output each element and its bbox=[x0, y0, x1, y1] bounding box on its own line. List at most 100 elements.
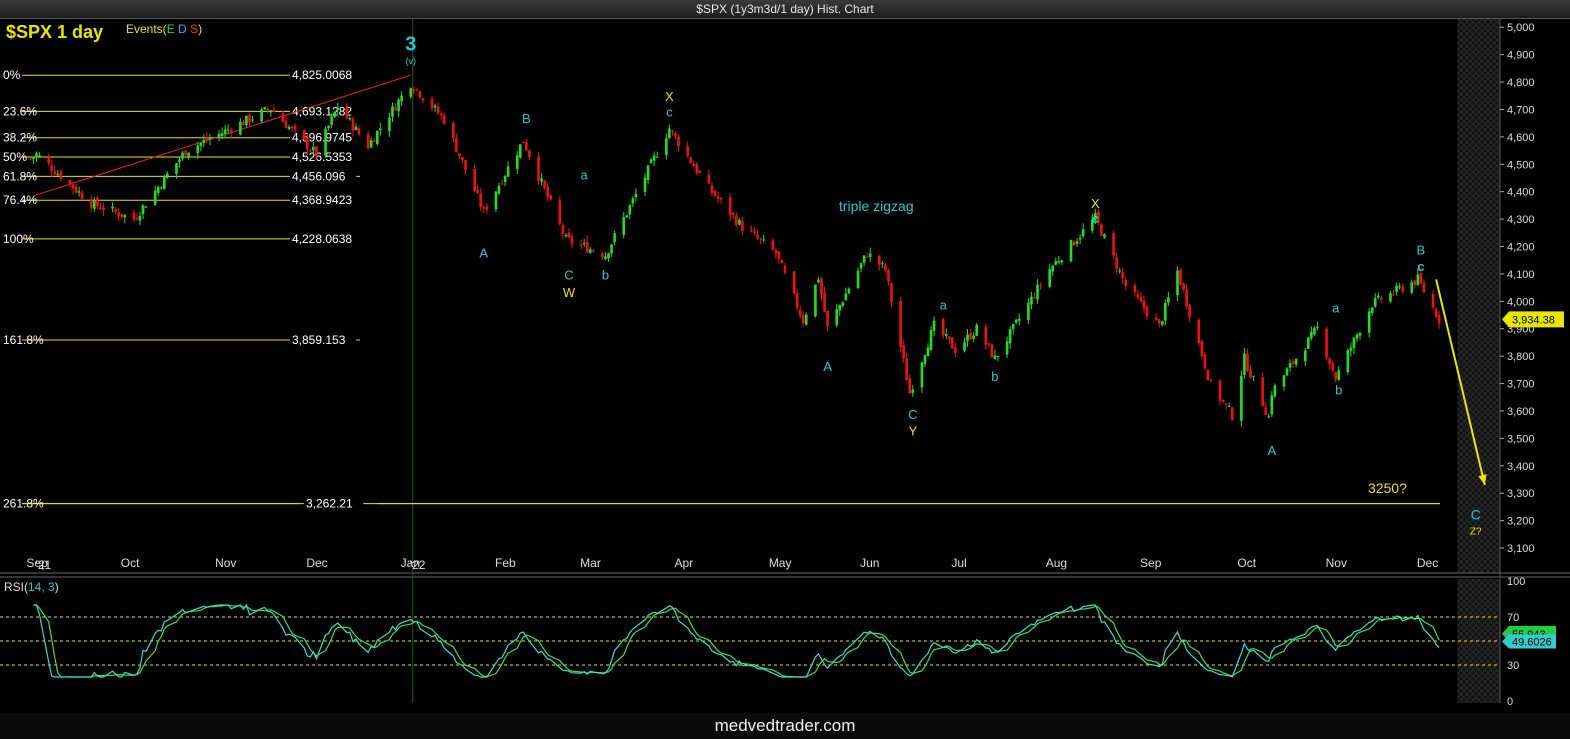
candle-body bbox=[409, 88, 413, 97]
wave-label: A bbox=[479, 245, 488, 260]
candle-body bbox=[287, 126, 291, 129]
candle-body bbox=[1209, 380, 1213, 382]
fib-value: 4,693.1282 bbox=[292, 104, 352, 118]
wave-label: 3 bbox=[405, 34, 416, 56]
candle-body bbox=[738, 219, 741, 225]
candle-body bbox=[306, 138, 309, 150]
candle-body bbox=[29, 158, 32, 160]
candle-body bbox=[932, 320, 936, 331]
candle-body bbox=[582, 243, 586, 245]
rsi-label: RSI(14, 3) bbox=[4, 580, 59, 594]
candle-body bbox=[795, 292, 799, 308]
candle-body bbox=[120, 214, 124, 217]
candle-body bbox=[418, 91, 422, 98]
wave-label: B bbox=[522, 111, 531, 126]
candle-body bbox=[1398, 286, 1401, 288]
candle-body bbox=[89, 199, 93, 208]
candle-body bbox=[689, 157, 692, 163]
candle-body bbox=[1200, 340, 1204, 357]
price-tick-label: 4,100 bbox=[1507, 269, 1535, 281]
price-chart[interactable]: 0% 4,825.0068 23.6% 4,693.1282 38.2% 4,596.97… bbox=[0, 19, 1570, 713]
candle-body bbox=[759, 238, 762, 240]
candle-body bbox=[1036, 284, 1039, 300]
candle-body bbox=[561, 224, 565, 234]
fib-value: 4,368.9423 bbox=[292, 193, 352, 207]
candle-body bbox=[1075, 241, 1079, 244]
candle-body bbox=[315, 146, 318, 157]
candle-body bbox=[309, 150, 312, 152]
candle-body bbox=[1221, 400, 1225, 402]
wave-label: W bbox=[563, 285, 576, 300]
candle-body bbox=[847, 288, 851, 294]
candle-body bbox=[1337, 370, 1341, 380]
candle-body bbox=[302, 129, 306, 140]
candle-body bbox=[674, 133, 677, 136]
candle-body bbox=[1218, 380, 1222, 401]
candle-body bbox=[604, 256, 607, 260]
candle-body bbox=[926, 347, 930, 357]
time-label: Dec bbox=[306, 556, 327, 570]
candle-body bbox=[1380, 297, 1383, 300]
candle-body bbox=[433, 105, 437, 108]
candle-body bbox=[1136, 294, 1140, 298]
candle-body bbox=[1017, 318, 1021, 321]
candle-body bbox=[929, 330, 933, 350]
candle-body bbox=[391, 106, 394, 117]
wave-label: triple zigzag bbox=[839, 198, 914, 214]
candle-body bbox=[1142, 300, 1146, 309]
candle-body bbox=[96, 197, 99, 207]
candle-body bbox=[814, 284, 817, 317]
candle-body bbox=[1307, 337, 1310, 349]
candle-body bbox=[920, 362, 924, 388]
candle-body bbox=[1252, 375, 1255, 377]
candle-body bbox=[464, 159, 467, 170]
candle-body bbox=[899, 300, 902, 347]
last-price-label: 3,934.38 bbox=[1512, 314, 1555, 326]
candle-body bbox=[856, 270, 860, 288]
time-label: Oct bbox=[1237, 556, 1256, 570]
candle-body bbox=[1373, 297, 1377, 307]
candle-body bbox=[881, 263, 884, 265]
candle-body bbox=[1081, 229, 1085, 237]
candle-body bbox=[1167, 297, 1170, 303]
wave-label: b bbox=[991, 369, 998, 384]
fib-value: 4,526.5353 bbox=[292, 150, 352, 164]
candle-body bbox=[1291, 360, 1295, 364]
candle-body bbox=[245, 115, 248, 126]
candle-body bbox=[1367, 311, 1371, 333]
wave-label: a bbox=[581, 167, 589, 182]
candle-body bbox=[59, 171, 63, 180]
time-label: May bbox=[769, 556, 792, 570]
candle-body bbox=[908, 378, 912, 394]
candle-body bbox=[379, 128, 382, 131]
wave-label: C bbox=[908, 407, 917, 422]
candle-body bbox=[780, 259, 784, 264]
candle-body bbox=[1313, 328, 1316, 335]
candle-body bbox=[71, 184, 75, 189]
candle-body bbox=[506, 166, 510, 177]
candle-body bbox=[1325, 329, 1328, 358]
candle-body bbox=[1103, 234, 1106, 238]
time-label: Apr bbox=[674, 556, 693, 570]
candle-body bbox=[80, 192, 84, 199]
candle-body bbox=[1027, 302, 1030, 321]
candle-body bbox=[1133, 285, 1137, 292]
fib-label: 261.8% bbox=[3, 497, 44, 511]
candle-body bbox=[1030, 296, 1033, 305]
candle-body bbox=[996, 356, 1000, 358]
candle-body bbox=[1267, 416, 1271, 418]
candle-body bbox=[1310, 331, 1313, 339]
events-label: Events(E D S) bbox=[126, 22, 202, 36]
candle-body bbox=[369, 140, 373, 148]
candle-body bbox=[838, 305, 842, 311]
candle-body bbox=[1060, 260, 1064, 262]
candle-body bbox=[93, 199, 96, 209]
candle-body bbox=[905, 358, 908, 381]
candle-body bbox=[567, 232, 571, 238]
candle-body bbox=[333, 111, 336, 117]
wave-label: c bbox=[1417, 259, 1424, 274]
candle-body bbox=[564, 234, 568, 237]
candle-body bbox=[823, 292, 826, 312]
wave-label: C bbox=[564, 267, 573, 282]
candle-body bbox=[1224, 403, 1228, 405]
